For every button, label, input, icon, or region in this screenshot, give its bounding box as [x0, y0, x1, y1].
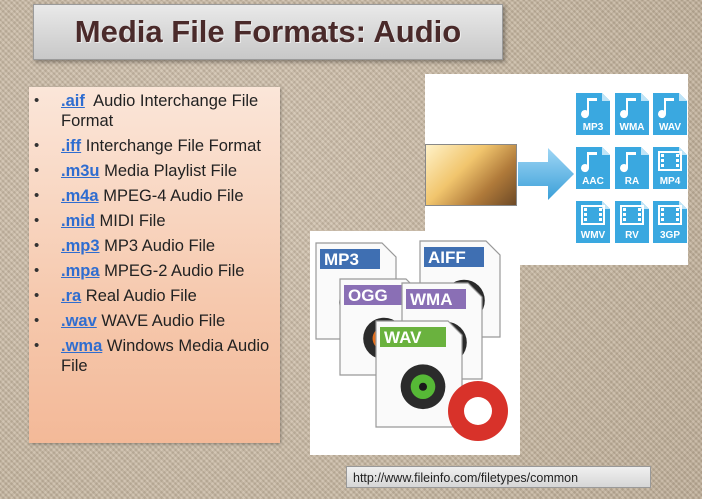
video-thumbnail-image: [425, 144, 517, 206]
format-description: Interchange File Format: [85, 137, 261, 155]
file-format-label: WAV: [384, 328, 422, 347]
music-file-icon: RA: [614, 146, 650, 190]
format-item: .wma Windows Media Audio File: [34, 336, 274, 376]
file-icon-label: MP4: [659, 176, 681, 187]
music-file-icon: WAV: [652, 92, 688, 136]
music-file-icon: MP3: [575, 92, 611, 136]
film-file-icon: RV: [614, 200, 650, 244]
right-arrow-icon: [518, 148, 574, 200]
format-item: .aif Audio Interchange File Format: [34, 91, 274, 131]
format-item: .mid MIDI File: [34, 211, 274, 231]
format-description: Audio Interchange File Format: [61, 92, 259, 130]
format-list: .aif Audio Interchange File Format .iff I…: [29, 87, 280, 376]
format-extension-link[interactable]: .iff: [61, 137, 81, 155]
format-description: MP3 Audio File: [104, 237, 216, 255]
record-button-icon: [448, 381, 508, 441]
file-icon-label: WMV: [580, 230, 606, 241]
file-format-label: OGG: [348, 286, 388, 305]
format-item: .iff Interchange File Format: [34, 136, 274, 156]
file-icon-label: RA: [624, 176, 640, 187]
format-extension-link[interactable]: .wma: [61, 337, 102, 355]
file-icon-label: MP3: [582, 122, 604, 133]
format-extension-link[interactable]: .wav: [61, 312, 97, 330]
file-icon-label: 3GP: [659, 230, 680, 241]
format-extension-link[interactable]: .mid: [61, 212, 95, 230]
format-description: Media Playlist File: [104, 162, 238, 180]
file-icon-label: WMA: [619, 122, 645, 133]
title-banner: Media File Formats: Audio: [33, 4, 503, 60]
file-format-label: WMA: [410, 290, 452, 309]
format-extension-link[interactable]: .ra: [61, 287, 81, 305]
file-icon-label: AAC: [582, 176, 604, 187]
format-item: .mp3 MP3 Audio File: [34, 236, 274, 256]
music-file-icon: WMA: [614, 92, 650, 136]
format-description: MPEG-2 Audio File: [104, 262, 245, 280]
film-file-icon: 3GP: [652, 200, 688, 244]
format-item: .wav WAVE Audio File: [34, 311, 274, 331]
file-stack-graphic: MP3 AIFF OGG WMA WAV: [310, 231, 520, 455]
format-item: .mpa MPEG-2 Audio File: [34, 261, 274, 281]
format-description: Real Audio File: [85, 287, 197, 305]
source-url: http://www.fileinfo.com/filetypes/common: [346, 466, 651, 488]
file-format-label: AIFF: [428, 248, 466, 267]
format-item: .ra Real Audio File: [34, 286, 274, 306]
format-extension-link[interactable]: .m4a: [61, 187, 99, 205]
format-extension-link[interactable]: .mpa: [61, 262, 100, 280]
file-icon-label: WAV: [658, 122, 682, 133]
format-extension-link[interactable]: .mp3: [61, 237, 100, 255]
audio-file-stack-image: MP3 AIFF OGG WMA WAV: [315, 240, 508, 441]
film-file-icon: MP4: [652, 146, 688, 190]
page-title: Media File Formats: Audio: [74, 14, 462, 49]
file-format-label: MP3: [324, 250, 359, 269]
music-file-icon: AAC: [575, 146, 611, 190]
format-item: .m4a MPEG-4 Audio File: [34, 186, 274, 206]
format-list-box: .aif Audio Interchange File Format .iff I…: [29, 87, 280, 443]
film-file-icon: WMV: [575, 200, 611, 244]
format-item: .m3u Media Playlist File: [34, 161, 274, 181]
format-description: MPEG-4 Audio File: [103, 187, 244, 205]
format-extension-link[interactable]: .aif: [61, 92, 85, 110]
file-icon-label: RV: [625, 230, 639, 241]
format-extension-link[interactable]: .m3u: [61, 162, 100, 180]
format-description: WAVE Audio File: [101, 312, 226, 330]
format-description: MIDI File: [99, 212, 166, 230]
